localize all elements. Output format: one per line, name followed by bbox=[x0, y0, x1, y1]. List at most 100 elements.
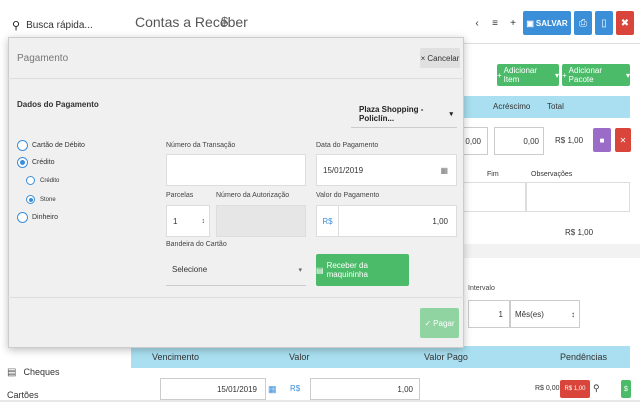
cancel-button[interactable]: × Cancelar bbox=[420, 48, 460, 68]
items-table-header bbox=[458, 96, 630, 118]
cancel-label: Cancelar bbox=[427, 53, 460, 63]
radio-label: Crédito bbox=[32, 159, 55, 166]
stepper-icon: ↕ bbox=[201, 217, 206, 225]
document-icon: ▯ bbox=[601, 17, 607, 29]
column-pendencias: Pendências bbox=[560, 352, 608, 362]
print-button[interactable]: ⎙ bbox=[574, 11, 592, 35]
radio-button[interactable] bbox=[26, 195, 35, 204]
caret-down-icon: ▾ bbox=[298, 266, 302, 274]
column-vencimento: Vencimento bbox=[152, 352, 200, 362]
pending-badge[interactable]: R$ 1,00 bbox=[560, 380, 590, 398]
cheque-icon: ▤ bbox=[7, 366, 17, 378]
remove-item-button[interactable]: ✕ bbox=[615, 128, 631, 152]
pay-installment-button[interactable]: $ bbox=[621, 380, 631, 398]
radio-label: Stone bbox=[40, 196, 56, 203]
interval-unit-value: Mês(es) bbox=[515, 309, 544, 319]
close-icon: ✕ bbox=[619, 135, 627, 145]
radio-cash[interactable]: Dinheiro bbox=[17, 212, 58, 223]
radio-button[interactable] bbox=[26, 176, 35, 185]
plus-icon: + bbox=[497, 70, 502, 80]
plus-icon[interactable]: + bbox=[507, 11, 519, 35]
caret-down-icon: ▾ bbox=[449, 110, 453, 118]
search-icon: ⚲ bbox=[12, 19, 21, 32]
card-brand-select[interactable]: Selecione ▾ bbox=[166, 254, 306, 286]
calendar-icon[interactable]: ▦ bbox=[440, 166, 448, 175]
installment-amount-input[interactable]: 1,00 bbox=[310, 378, 420, 400]
amount-label: Valor do Pagamento bbox=[316, 192, 380, 199]
acrescimo-input[interactable]: 0,00 bbox=[494, 127, 544, 155]
print-icon: ⎙ bbox=[579, 17, 587, 29]
modal-footer-divider bbox=[8, 297, 464, 298]
check-icon: ✓ bbox=[424, 318, 432, 328]
radio-button[interactable] bbox=[17, 212, 28, 223]
add-item-button[interactable]: + Adicionar Item ▾ bbox=[497, 64, 559, 86]
interval-label: Intervalo bbox=[468, 285, 495, 292]
currency-prefix: R$ bbox=[316, 205, 338, 237]
payment-amount-input[interactable]: 1,00 bbox=[338, 205, 457, 237]
plus-icon: + bbox=[562, 70, 567, 80]
radio-button[interactable] bbox=[17, 140, 28, 151]
pay-button[interactable]: ✓ Pagar bbox=[420, 308, 459, 338]
list-icon[interactable]: ≡ bbox=[488, 11, 502, 35]
sidebar-item-label: Cartões bbox=[7, 390, 39, 400]
receive-from-machine-button[interactable]: ▤ Receber da maquininha bbox=[316, 254, 409, 286]
search-magnifier-icon[interactable]: ⚲ bbox=[593, 383, 600, 394]
caret-down-icon: ▾ bbox=[554, 70, 559, 80]
card-brand-value: Selecione bbox=[172, 265, 208, 274]
radio-label: Cartão de Débito bbox=[32, 142, 85, 149]
column-acrescimo: Acréscimo bbox=[493, 102, 531, 111]
radio-button[interactable] bbox=[17, 157, 28, 168]
radio-label: Dinheiro bbox=[32, 214, 59, 221]
money-icon: $ bbox=[624, 385, 628, 393]
add-package-label: Adicionar Pacote bbox=[568, 66, 603, 84]
date-label: Data do Pagamento bbox=[316, 142, 379, 149]
save-label: SALVAR bbox=[535, 18, 568, 28]
page-title: Contas a Receber bbox=[135, 14, 248, 30]
sidebar-item-cheques[interactable]: ▤ Cheques bbox=[0, 362, 126, 382]
due-date-input[interactable]: 15/01/2019 bbox=[160, 378, 266, 400]
caret-down-icon: ▾ bbox=[625, 70, 630, 80]
cash-register-icon: ▤ bbox=[316, 265, 324, 275]
store-select-value: Plaza Shopping - Policlín... bbox=[359, 104, 424, 123]
sidebar-item-next[interactable]: Cartões bbox=[0, 390, 126, 402]
notes-input[interactable] bbox=[526, 182, 630, 212]
gift-icon: ■ bbox=[599, 135, 605, 145]
interval-unit-select[interactable]: Mês(es) ↕ bbox=[510, 300, 580, 328]
column-valor-pago: Valor Pago bbox=[424, 352, 468, 362]
radio-debit-card[interactable]: Cartão de Débito bbox=[17, 140, 85, 151]
calendar-icon[interactable]: ▦ bbox=[268, 384, 277, 395]
total-sum: R$ 1,00 bbox=[565, 228, 594, 237]
receive-label: Receber da maquininha bbox=[326, 261, 368, 279]
store-select[interactable]: Plaza Shopping - Policlín... ▾ bbox=[351, 100, 457, 128]
sidebar-item-label: Cheques bbox=[23, 367, 60, 377]
trash-icon: ✖ bbox=[620, 17, 630, 29]
add-package-button[interactable]: + Adicionar Pacote ▾ bbox=[562, 64, 630, 86]
radio-credit[interactable]: Crédito bbox=[17, 157, 55, 168]
installments-select[interactable]: 1 ↕ bbox=[166, 205, 210, 237]
save-icon: ▣ bbox=[526, 18, 534, 28]
row-total: R$ 1,00 bbox=[555, 136, 584, 145]
edit-item-button[interactable]: ■ bbox=[593, 128, 611, 152]
radio-stone-option[interactable]: Stone bbox=[26, 195, 56, 204]
add-item-label: Adicionar Item bbox=[503, 66, 538, 84]
document-button[interactable]: ▯ bbox=[595, 11, 613, 35]
transaction-number-input[interactable] bbox=[166, 154, 306, 186]
authorization-number-input[interactable] bbox=[216, 205, 306, 237]
radio-credit-option[interactable]: Crédito bbox=[26, 176, 59, 185]
interval-input[interactable]: 1 bbox=[468, 300, 510, 328]
section-title: Dados do Pagamento bbox=[17, 100, 99, 109]
authorization-label: Número da Autorização bbox=[216, 192, 290, 199]
stepper-icon: ↕ bbox=[571, 309, 575, 319]
modal-header bbox=[8, 37, 464, 79]
end-date-input[interactable] bbox=[458, 182, 526, 212]
installments-table-header bbox=[131, 346, 630, 368]
installments-label: Parcelas bbox=[166, 192, 194, 199]
currency-label: R$ bbox=[290, 384, 301, 393]
close-icon: × bbox=[420, 53, 426, 63]
payment-date-input[interactable]: 15/01/2019 ▦ bbox=[316, 154, 457, 186]
modal-title: Pagamento bbox=[17, 53, 69, 64]
delete-button[interactable]: ✖ bbox=[616, 11, 634, 35]
save-button[interactable]: ▣ SALVAR bbox=[523, 11, 571, 35]
chevron-left-icon[interactable]: ‹ bbox=[471, 11, 483, 35]
column-fim: Fim bbox=[487, 171, 499, 178]
